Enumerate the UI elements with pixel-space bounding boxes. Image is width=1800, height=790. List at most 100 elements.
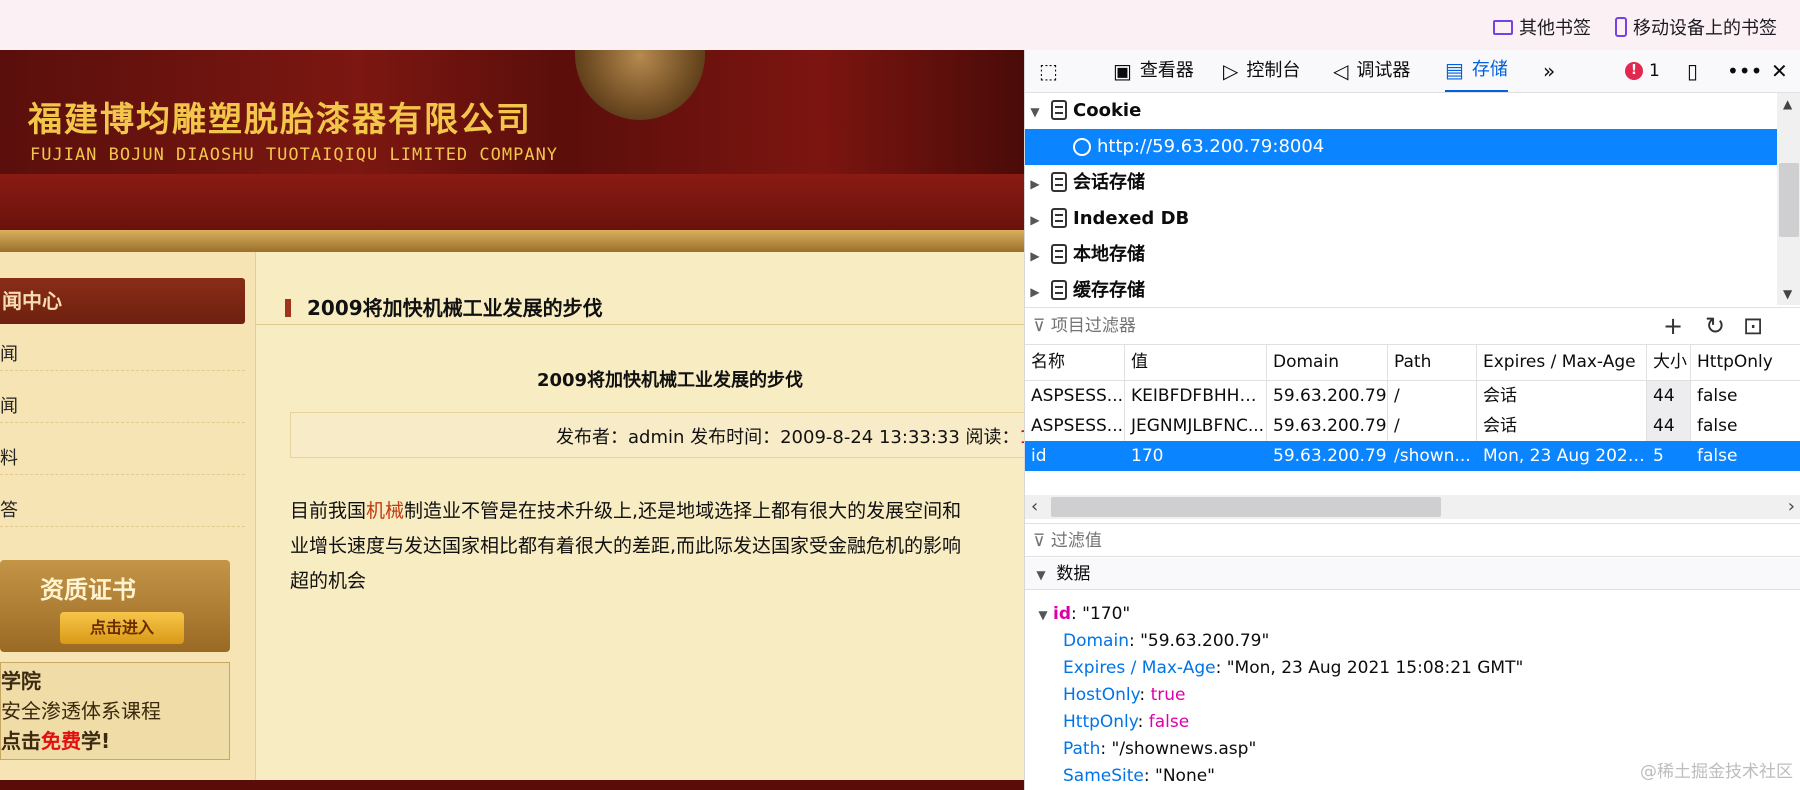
nav-message[interactable]: 在线留言 (823, 202, 895, 228)
nav-about[interactable]: 关于我们 (317, 202, 389, 228)
close-devtools-button[interactable]: ✕ (1771, 50, 1788, 92)
column-header-path[interactable]: Path (1388, 344, 1477, 380)
column-header-domain[interactable]: Domain (1267, 344, 1388, 380)
detail-root[interactable]: ▼ id: "170" (1033, 604, 1130, 624)
debugger-icon: ◁ (1333, 59, 1349, 83)
item-filter-input[interactable]: ⊽ 项目过滤器 (1033, 308, 1136, 344)
column-header-value[interactable]: 值 (1125, 344, 1267, 380)
nav-home[interactable]: 网站首页 (190, 202, 262, 228)
ornament-logo-icon (575, 50, 705, 120)
tree-item-indexeddb[interactable]: ▶ Indexed DB (1025, 201, 1777, 237)
error-count-button[interactable]: ! 1 (1625, 50, 1660, 92)
cell-size: 44 (1647, 411, 1691, 441)
column-header-expires[interactable]: Expires / Max-Age (1477, 344, 1647, 380)
sidebar-item[interactable]: 闻 (0, 340, 245, 371)
academy-cta-a: 点击 (1, 729, 41, 753)
enter-button[interactable]: 点击进入 (60, 612, 184, 644)
tab-debugger[interactable]: ◁ 调试器 (1333, 50, 1410, 92)
storage-icon (1051, 172, 1067, 192)
cell-value: KEIBFDFBHHN... (1125, 381, 1267, 411)
detail-prop: Domain: "59.63.200.79" (1063, 631, 1270, 651)
ellipsis-icon: ••• (1727, 59, 1763, 83)
academy-cta-free: 免费 (41, 729, 81, 753)
element-picker-button[interactable]: ⬚ (1039, 50, 1058, 92)
table-horizontal-scrollbar[interactable]: ‹ › (1025, 495, 1800, 519)
storage-icon: ▤ (1445, 58, 1464, 82)
prop-value: "Mon, 23 Aug 2021 15:08:21 GMT" (1226, 658, 1524, 678)
article-heading: 2009将加快机械工业发展的步伐 (285, 292, 603, 321)
mobile-bookmarks-label: 移动设备上的书签 (1633, 18, 1777, 39)
collapsed-arrow-icon: ▶ (1030, 213, 1040, 227)
prop-value: "None" (1155, 766, 1216, 786)
console-icon: ▷ (1223, 59, 1239, 83)
sidebar-item[interactable]: 料 (0, 444, 245, 475)
globe-icon (1073, 138, 1091, 156)
table-row[interactable]: ASPSESS... JEGNMJLBFNC... 59.63.200.79 /… (1025, 411, 1800, 441)
tab-storage[interactable]: ▤ 存储 (1445, 50, 1508, 92)
column-header-httponly[interactable]: HttpOnly (1691, 344, 1800, 380)
add-item-button[interactable]: + (1657, 310, 1689, 342)
table-header: 名称 值 Domain Path Expires / Max-Age 大小 Ht… (1025, 344, 1800, 381)
header-gold-bar (0, 230, 1024, 252)
table-row-selected[interactable]: id 170 59.63.200.79 /shown... Mon, 23 Au… (1025, 441, 1800, 471)
responsive-design-button[interactable]: ▯ (1687, 50, 1698, 92)
refresh-button[interactable]: ↻ (1699, 310, 1731, 342)
sidebar-item[interactable]: 闻 (0, 392, 245, 423)
scroll-down-icon: ▼ (1783, 287, 1793, 301)
column-header-name[interactable]: 名称 (1025, 344, 1125, 380)
article-text: 目前我国 (290, 500, 367, 522)
menu-button[interactable]: ••• (1727, 50, 1762, 92)
article-meta: 发布者：admin 发布时间：2009-8-24 13:33:33 阅读：1 (290, 412, 1024, 458)
collapsed-arrow-icon: ▶ (1030, 177, 1040, 191)
nav-products[interactable]: 产品中心 (443, 202, 515, 228)
nav-news[interactable]: 新闻中心 (570, 202, 642, 228)
collapsed-arrow-icon: ▶ (1030, 285, 1040, 299)
error-count: 1 (1649, 61, 1660, 81)
tree-item-session-storage[interactable]: ▶ 会话存储 (1025, 165, 1777, 201)
data-section-header[interactable]: ▼ 数据 (1025, 558, 1800, 590)
article-link[interactable]: 机械 (366, 500, 404, 522)
cell-expires: 会话 (1477, 411, 1647, 441)
storage-icon (1051, 280, 1067, 300)
nav-separator: | (665, 204, 673, 226)
page-footer-bar (0, 780, 1024, 790)
bookmarks-toolbar: 其他书签 移动设备上的书签 (0, 0, 1800, 50)
prop-value: false (1148, 712, 1190, 732)
academy-cta: 点击免费学! (1, 725, 110, 754)
tree-item-cache-storage[interactable]: ▶ 缓存存储 (1025, 273, 1777, 305)
academy-banner[interactable]: 学院 安全渗透体系课程 点击免费学! (0, 662, 230, 760)
more-tabs-button[interactable]: » (1543, 50, 1555, 92)
tree-item-cookie-host[interactable]: http://59.63.200.79:8004 (1025, 129, 1777, 165)
cell-httponly: false (1697, 386, 1738, 406)
tree-item-cookie[interactable]: ▼ Cookie (1025, 93, 1777, 129)
scrollbar-thumb[interactable] (1051, 497, 1441, 517)
column-header-size[interactable]: 大小 (1647, 344, 1691, 380)
other-bookmarks[interactable]: 其他书签 (1493, 14, 1591, 40)
plus-icon: + (1662, 312, 1684, 340)
table-row[interactable]: ASPSESS... KEIBFDFBHHN... 59.63.200.79 /… (1025, 381, 1800, 411)
toggle-sidebar-button[interactable]: ⊡ (1737, 310, 1769, 342)
item-filter-bar: ⊽ 项目过滤器 + ↻ ⊡ (1025, 307, 1800, 345)
certificate-banner[interactable]: 资质证书 点击进入 (0, 560, 230, 652)
tab-console[interactable]: ▷ 控制台 (1223, 50, 1300, 92)
tree-scrollbar[interactable]: ▲ ▼ (1777, 93, 1800, 305)
tab-debugger-label: 调试器 (1356, 60, 1411, 81)
tab-inspector[interactable]: ▣ 查看器 (1113, 50, 1194, 92)
expanded-arrow-icon: ▼ (1036, 568, 1046, 582)
sidebar-item[interactable]: 答 (0, 496, 245, 527)
scroll-right-icon: › (1787, 496, 1795, 517)
tab-console-label: 控制台 (1246, 60, 1301, 81)
tree-item-local-storage[interactable]: ▶ 本地存储 (1025, 237, 1777, 273)
scrollbar-thumb[interactable] (1779, 163, 1799, 237)
nav-contact[interactable]: 联 (949, 202, 967, 228)
tab-storage-label: 存储 (1471, 59, 1508, 80)
cell-domain: 59.63.200.79 (1267, 381, 1388, 411)
value-filter-input[interactable]: ⊽ 过滤值 (1025, 523, 1800, 557)
mobile-bookmarks[interactable]: 移动设备上的书签 (1615, 14, 1777, 40)
company-name-en: FUJIAN BOJUN DIAOSHU TUOTAIQIQU LIMITED … (30, 145, 559, 165)
expanded-arrow-icon: ▼ (1030, 105, 1040, 119)
cell-name: ASPSESS... (1025, 381, 1125, 411)
prop-value: "59.63.200.79" (1140, 631, 1270, 651)
storage-icon (1051, 244, 1067, 264)
nav-cases[interactable]: 客户案例 (696, 202, 768, 228)
